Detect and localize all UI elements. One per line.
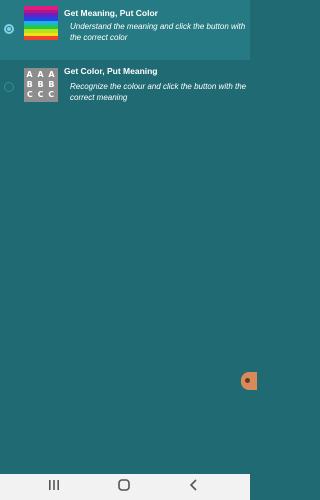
letter-row: B B B <box>26 80 56 89</box>
option-get-meaning-put-color[interactable]: Get Meaning, Put Color Understand the me… <box>0 0 250 60</box>
home-button[interactable] <box>112 478 136 496</box>
radio-button-unselected[interactable] <box>4 82 14 92</box>
home-icon <box>117 478 131 497</box>
option-description: Understand the meaning and click the but… <box>70 22 246 42</box>
option-title: Get Color, Put Meaning <box>64 66 158 76</box>
letter-row: C C C <box>26 90 56 99</box>
option-description: Recognize the colour and click the butto… <box>70 82 247 102</box>
back-button[interactable] <box>182 478 206 496</box>
letter-row: A A A <box>26 70 56 79</box>
recent-apps-icon <box>47 478 61 496</box>
rainbow-stripes-icon <box>24 6 58 40</box>
radio-button-selected[interactable] <box>4 24 14 34</box>
letter-grid-icon: A A A B B B C C C <box>24 68 58 102</box>
option-get-color-put-meaning[interactable]: A A A B B B C C C Get Color, Put Meaning… <box>0 60 250 122</box>
recent-apps-button[interactable] <box>42 478 66 496</box>
mode-selection-screen: Get Meaning, Put Color Understand the me… <box>0 0 257 474</box>
floating-side-handle[interactable] <box>241 372 257 390</box>
system-navigation-bar <box>0 474 250 500</box>
back-icon <box>188 478 200 497</box>
option-title: Get Meaning, Put Color <box>64 8 158 18</box>
